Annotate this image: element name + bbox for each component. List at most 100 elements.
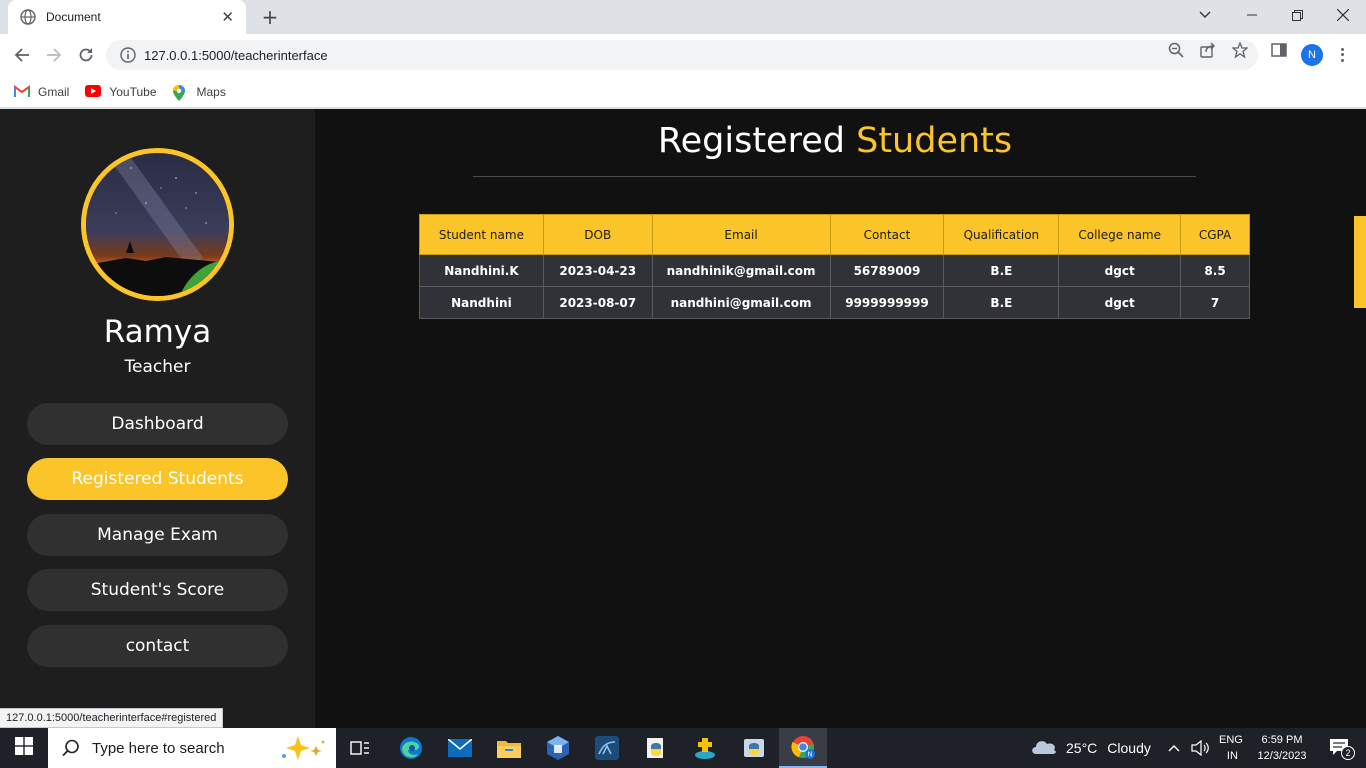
mysql-workbench-icon[interactable] bbox=[583, 728, 631, 768]
url-text: 127.0.0.1:5000/teacherinterface bbox=[144, 47, 328, 63]
sidebar: Ramya Teacher Dashboard Registered Stude… bbox=[0, 109, 315, 728]
gmail-icon bbox=[14, 84, 30, 99]
tray-overflow-chevron-icon[interactable] bbox=[1168, 728, 1180, 768]
forward-button[interactable] bbox=[42, 43, 66, 67]
nav-manage-exam-button[interactable]: Manage Exam bbox=[27, 514, 288, 556]
column-header-college-name: College name bbox=[1058, 214, 1182, 255]
cell-qualification: B.E bbox=[943, 286, 1060, 319]
address-bar[interactable]: 127.0.0.1:5000/teacherinterface bbox=[106, 40, 1258, 70]
table-header-row: Student name DOB Email Contact Qualifica… bbox=[419, 214, 1250, 255]
column-header-qualification: Qualification bbox=[943, 214, 1060, 255]
back-button[interactable] bbox=[10, 43, 34, 67]
nav-dashboard-button[interactable]: Dashboard bbox=[27, 403, 288, 445]
search-placeholder: Type here to search bbox=[92, 739, 225, 757]
page-scrollbar[interactable] bbox=[1354, 109, 1366, 728]
cell-email: nandhinik@gmail.com bbox=[651, 254, 831, 287]
maps-icon bbox=[172, 84, 189, 101]
profile-avatar[interactable]: N bbox=[1301, 44, 1323, 66]
page-title: Registered Students bbox=[315, 121, 1355, 161]
nav-contact-button[interactable]: contact bbox=[27, 625, 288, 667]
notification-center-button[interactable]: 2 bbox=[1320, 728, 1360, 768]
installer-app-icon[interactable] bbox=[681, 728, 729, 768]
site-info-icon[interactable] bbox=[120, 47, 136, 63]
bookmark-label: Maps bbox=[196, 84, 226, 99]
windows-logo-icon bbox=[15, 737, 33, 759]
notification-count-badge: 2 bbox=[1341, 746, 1355, 760]
language-code: ENG bbox=[1219, 734, 1243, 746]
cell-student-name: Nandhini.K bbox=[419, 254, 544, 287]
column-header-cgpa: CGPA bbox=[1180, 214, 1250, 255]
cell-dob: 2023-08-07 bbox=[542, 286, 653, 319]
cell-student-name: Nandhini bbox=[419, 286, 544, 319]
windows-taskbar: Type here to search N 25°C Cloudy ENG IN… bbox=[0, 728, 1366, 768]
language-indicator[interactable]: ENG IN bbox=[1219, 728, 1243, 768]
close-window-button[interactable] bbox=[1320, 0, 1366, 30]
user-role: Teacher bbox=[124, 357, 191, 377]
tab-title: Document bbox=[46, 10, 101, 24]
mail-app-icon[interactable] bbox=[436, 728, 484, 768]
tab-search-chevron-icon[interactable] bbox=[1192, 0, 1218, 30]
browser-tab[interactable]: Document ✕ bbox=[8, 0, 246, 34]
start-button[interactable] bbox=[0, 728, 48, 768]
cell-college-name: dgct bbox=[1058, 254, 1182, 287]
youtube-icon bbox=[85, 84, 102, 99]
cell-qualification: B.E bbox=[943, 254, 1060, 287]
students-table: Student name DOB Email Contact Qualifica… bbox=[419, 214, 1250, 319]
cell-college-name: dgct bbox=[1058, 286, 1182, 319]
task-view-icon[interactable] bbox=[336, 728, 384, 768]
clock-time: 6:59 PM bbox=[1261, 734, 1303, 746]
python-app-icon[interactable] bbox=[730, 728, 778, 768]
bookmark-star-icon[interactable] bbox=[1231, 41, 1249, 59]
volume-icon[interactable] bbox=[1191, 728, 1209, 768]
share-icon[interactable] bbox=[1199, 41, 1217, 59]
cloud-icon bbox=[1030, 737, 1058, 760]
virtualbox-icon[interactable] bbox=[534, 728, 582, 768]
bookmarks-bar: Gmail YouTube Maps bbox=[0, 76, 1366, 108]
bookmark-label: Gmail bbox=[38, 84, 70, 99]
bookmark-gmail[interactable]: Gmail bbox=[14, 85, 69, 99]
nav-registered-students-button[interactable]: Registered Students bbox=[27, 458, 288, 500]
svg-text:N: N bbox=[807, 752, 812, 759]
tab-close-icon[interactable]: ✕ bbox=[221, 8, 234, 26]
chrome-browser-icon[interactable]: N bbox=[779, 728, 827, 768]
search-icon bbox=[62, 739, 80, 757]
notification-icon: 2 bbox=[1329, 738, 1355, 760]
cell-cgpa: 7 bbox=[1180, 286, 1250, 319]
language-region: IN bbox=[1226, 750, 1238, 762]
weather-widget[interactable]: 25°C Cloudy bbox=[1030, 728, 1151, 768]
edge-browser-icon[interactable] bbox=[387, 728, 435, 768]
python-idle-icon[interactable] bbox=[632, 728, 680, 768]
cell-contact: 56789009 bbox=[829, 254, 945, 287]
clock-date: 12/3/2023 bbox=[1257, 750, 1307, 762]
side-panel-icon[interactable] bbox=[1270, 41, 1288, 59]
column-header-dob: DOB bbox=[542, 214, 653, 255]
link-status-bar: 127.0.0.1:5000/teacherinterface#register… bbox=[0, 708, 224, 728]
file-explorer-icon[interactable] bbox=[485, 728, 533, 768]
user-name: Ramya bbox=[103, 314, 212, 350]
weather-condition: Cloudy bbox=[1107, 740, 1151, 756]
bookmark-label: YouTube bbox=[109, 84, 157, 99]
reload-button[interactable] bbox=[74, 43, 98, 67]
new-tab-button[interactable]: + bbox=[258, 5, 282, 29]
nav-students-score-button[interactable]: Student's Score bbox=[27, 569, 288, 611]
cell-dob: 2023-04-23 bbox=[542, 254, 653, 287]
taskbar-search-box[interactable]: Type here to search bbox=[48, 728, 336, 768]
globe-icon bbox=[20, 9, 36, 25]
browser-toolbar: 127.0.0.1:5000/teacherinterface N bbox=[0, 34, 1366, 76]
page-title-part2: Students bbox=[856, 121, 1013, 161]
profile-photo bbox=[81, 148, 234, 301]
scrollbar-thumb[interactable] bbox=[1354, 216, 1366, 308]
zoom-icon[interactable] bbox=[1167, 41, 1185, 59]
column-header-contact: Contact bbox=[829, 214, 945, 255]
cell-cgpa: 8.5 bbox=[1180, 254, 1250, 287]
table-row: Nandhini 2023-08-07 nandhini@gmail.com 9… bbox=[419, 286, 1250, 319]
clock[interactable]: 6:59 PM 12/3/2023 bbox=[1254, 728, 1310, 768]
browser-menu-icon[interactable] bbox=[1336, 44, 1348, 66]
bookmark-maps[interactable]: Maps bbox=[172, 84, 226, 101]
restore-button[interactable] bbox=[1275, 0, 1319, 30]
title-divider bbox=[473, 176, 1196, 177]
search-highlight-sparkle-icon bbox=[276, 734, 328, 762]
bookmark-youtube[interactable]: YouTube bbox=[85, 84, 157, 99]
minimize-button[interactable] bbox=[1230, 0, 1274, 30]
page-title-part1: Registered bbox=[657, 121, 845, 161]
